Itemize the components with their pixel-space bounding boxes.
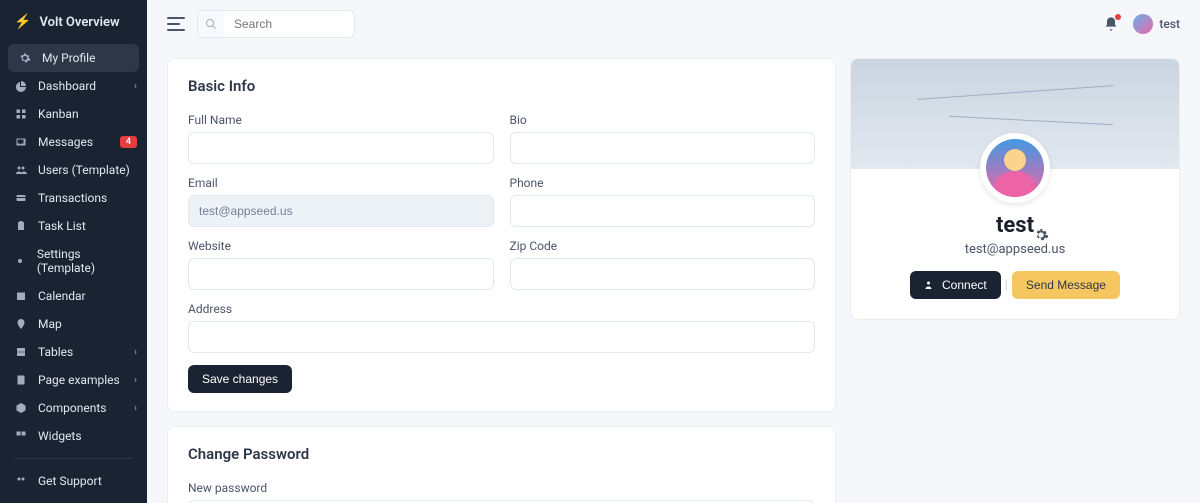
sidebar-divider [14,458,133,459]
sidebar-item-label: Settings (Template) [37,247,133,275]
sidebar-item-label: Dashboard [38,79,96,93]
sidebar-item-calendar[interactable]: Calendar [0,282,147,310]
sidebar-item-label: My Profile [42,51,95,65]
label-new-password: New password [188,481,815,495]
search-wrap [197,10,355,38]
inbox-icon [14,135,28,149]
basic-info-card: Basic Info Full Name Bio Email [167,58,836,412]
sidebar: ⚡ Volt Overview My Profile Dashboard › K… [0,0,147,503]
label-email: Email [188,176,494,190]
sidebar-item-label: Messages [38,135,93,149]
sidebar-item-label: Widgets [38,429,82,443]
bio-input[interactable] [510,132,816,164]
profile-avatar [980,133,1050,203]
notification-dot [1115,14,1121,20]
sidebar-item-label: Users (Template) [38,163,130,177]
table-icon [14,345,28,359]
save-button[interactable]: Save changes [188,365,292,393]
label-full-name: Full Name [188,113,494,127]
sidebar-item-my-profile[interactable]: My Profile [8,44,139,72]
messages-badge: 4 [120,136,137,148]
brand[interactable]: ⚡ Volt Overview [0,8,147,44]
sidebar-item-tables[interactable]: Tables › [0,338,147,366]
chevron-right-icon: › [134,81,137,92]
page-icon [14,373,28,387]
card-icon [14,191,28,205]
email-input [188,195,494,227]
sidebar-item-widgets[interactable]: Widgets [0,422,147,450]
bolt-icon: ⚡ [14,14,31,30]
sidebar-item-label: Map [38,317,62,331]
sidebar-item-components[interactable]: Components › [0,394,147,422]
sidebar-item-users[interactable]: Users (Template) [0,156,147,184]
sidebar-item-label: Components [38,401,107,415]
website-input[interactable] [188,258,494,290]
avatar-icon [1133,14,1153,34]
label-website: Website [188,239,494,253]
change-password-card: Change Password New password Confirm new… [167,426,836,503]
sidebar-item-support[interactable]: Get Support [0,467,147,495]
brand-label: Volt Overview [39,15,119,30]
clipboard-icon [14,219,28,233]
address-input[interactable] [188,321,815,353]
location-icon [14,317,28,331]
label-bio: Bio [510,113,816,127]
basic-info-title: Basic Info [188,77,815,95]
search-input[interactable] [224,11,354,37]
button-divider: | [1005,278,1008,293]
connect-button[interactable]: Connect [910,271,1001,299]
zip-input[interactable] [510,258,816,290]
sidebar-item-map[interactable]: Map [0,310,147,338]
sidebar-item-label: Transactions [38,191,107,205]
chevron-right-icon: › [134,403,137,414]
grid-icon [14,107,28,121]
sidebar-item-kanban[interactable]: Kanban [0,100,147,128]
sidebar-item-messages[interactable]: Messages 4 [0,128,147,156]
chevron-right-icon: › [134,347,137,358]
sidebar-item-label: Tables [38,345,73,359]
connect-label: Connect [942,278,987,292]
sidebar-item-label: Get Support [38,474,102,488]
sidebar-item-transactions[interactable]: Transactions [0,184,147,212]
sidebar-item-page-examples[interactable]: Page examples › [0,366,147,394]
sidebar-item-task-list[interactable]: Task List [0,212,147,240]
widgets-icon [14,429,28,443]
sidebar-item-label: Calendar [38,289,86,303]
notifications-button[interactable] [1103,16,1119,32]
profile-settings-button[interactable] [1031,225,1051,245]
gear-icon [14,254,27,268]
topbar: test [147,0,1200,48]
sidebar-item-dashboard[interactable]: Dashboard › [0,72,147,100]
sidebar-item-label: Task List [38,219,86,233]
calendar-icon [14,289,28,303]
search-icon[interactable] [198,11,224,37]
user-name: test [1159,17,1180,31]
profile-email: test@appseed.us [851,242,1179,257]
users-icon [14,474,28,488]
chevron-right-icon: › [134,375,137,386]
gear-icon [18,51,32,65]
pie-chart-icon [14,79,28,93]
send-message-button[interactable]: Send Message [1012,271,1120,299]
sidebar-item-settings[interactable]: Settings (Template) [0,240,147,282]
phone-input[interactable] [510,195,816,227]
sidebar-item-label: Page examples [38,373,120,387]
box-icon [14,401,28,415]
user-menu[interactable]: test [1133,14,1180,34]
profile-card: test test@appseed.us Connect | Send Mess… [850,58,1180,320]
users-icon [14,163,28,177]
profile-name: test [851,213,1179,238]
label-zip: Zip Code [510,239,816,253]
full-name-input[interactable] [188,132,494,164]
label-phone: Phone [510,176,816,190]
menu-toggle[interactable] [167,17,185,31]
sidebar-item-label: Kanban [38,107,79,121]
change-password-title: Change Password [188,445,815,463]
label-address: Address [188,302,815,316]
